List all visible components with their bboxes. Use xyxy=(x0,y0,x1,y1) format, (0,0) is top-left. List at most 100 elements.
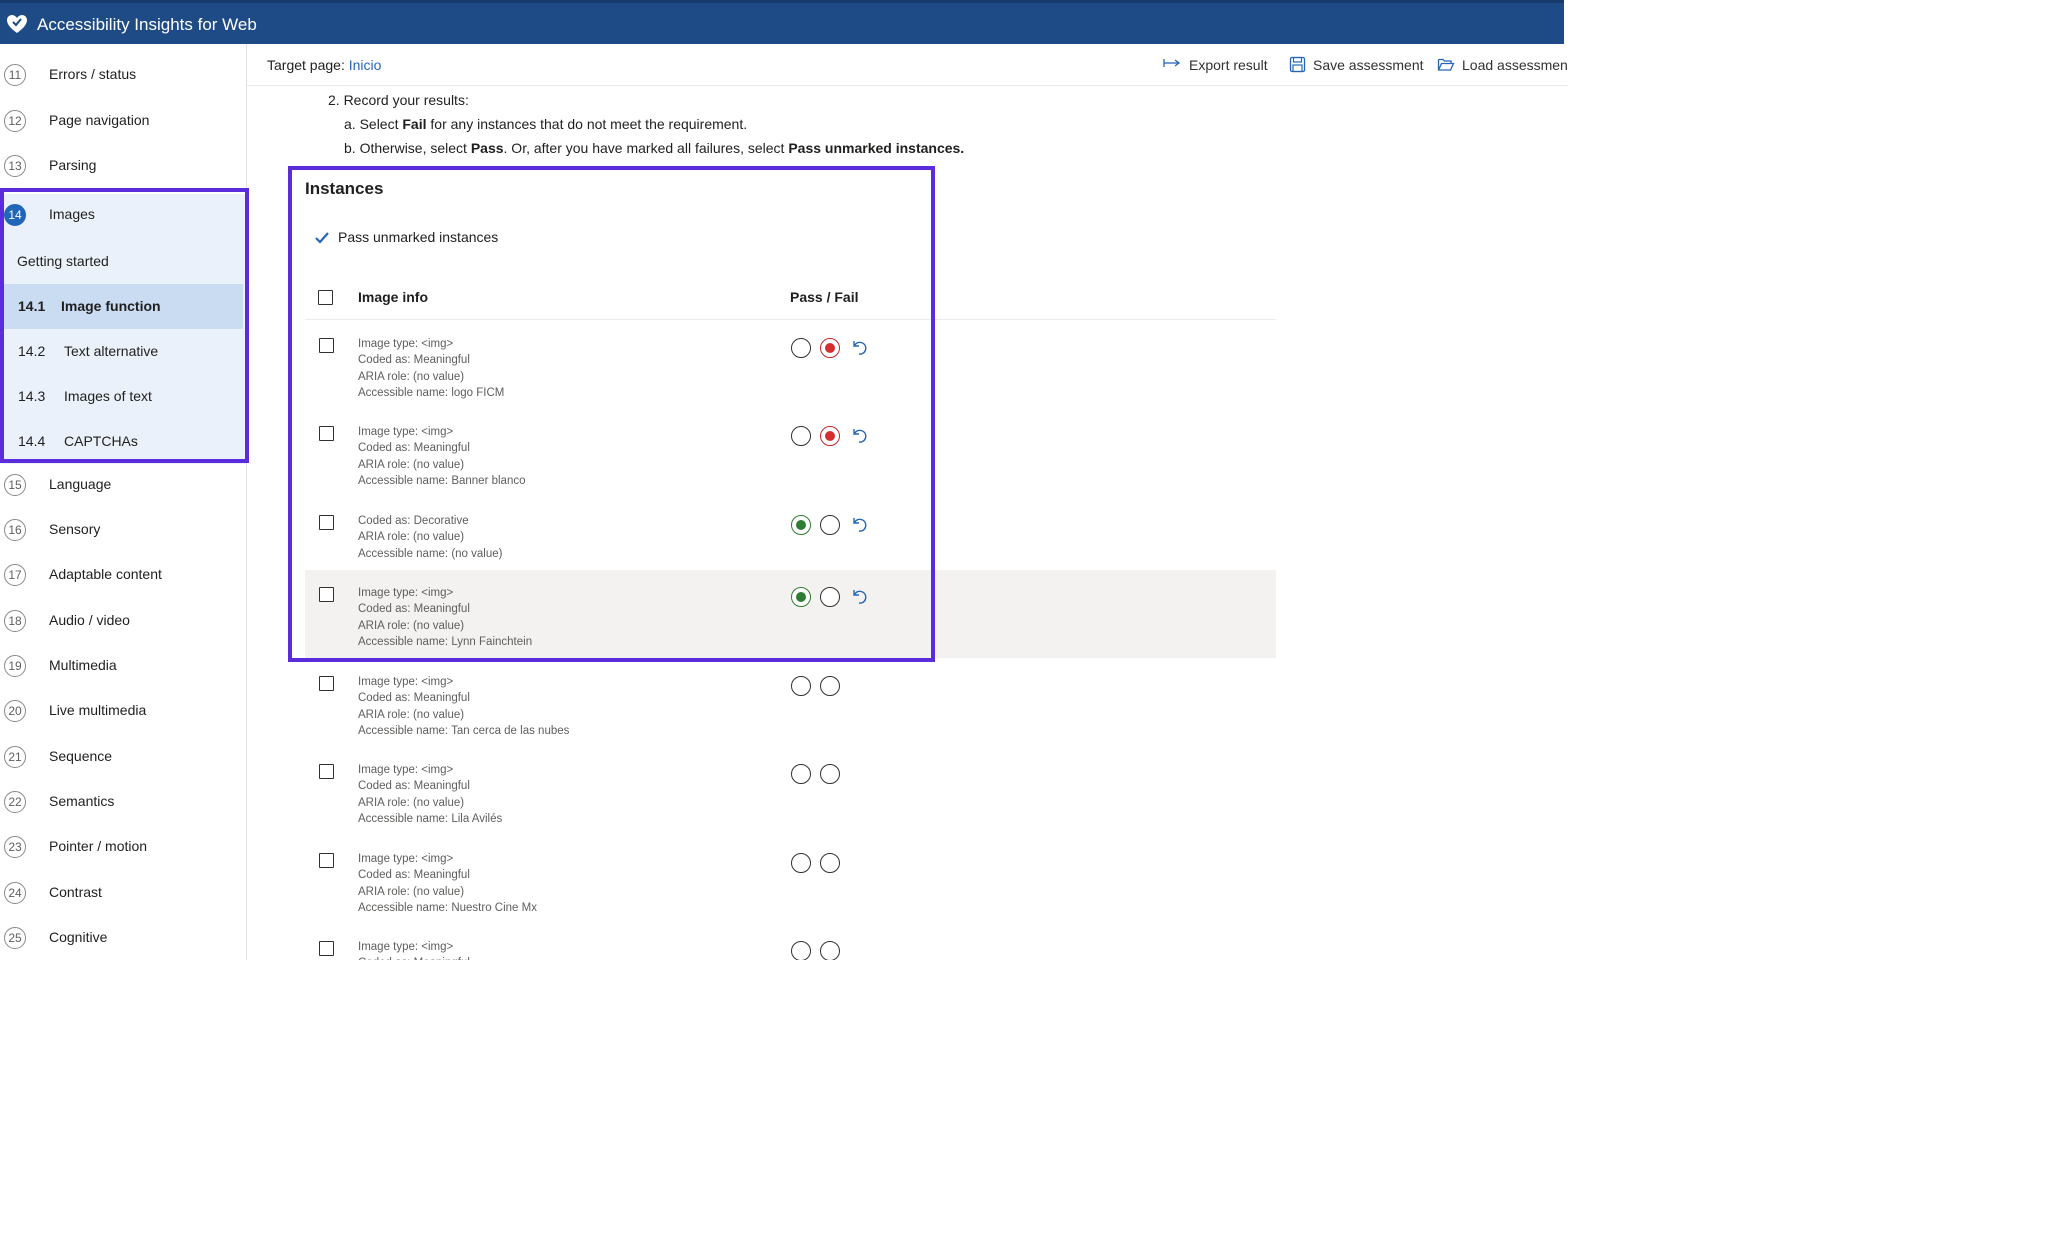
pass-radio[interactable] xyxy=(791,941,811,960)
nav-item-sensory[interactable]: 16 Sensory xyxy=(0,509,246,553)
table-row: Image type: <img> Coded as: Meaningful ARI… xyxy=(305,836,1276,924)
fail-radio[interactable] xyxy=(820,676,840,696)
instruction-bold: Pass unmarked instances. xyxy=(788,140,965,156)
image-info-line: Coded as: Meaningful xyxy=(358,692,470,705)
nav-label: Sequence xyxy=(49,748,113,764)
instructions: 2. Record your results: a. Select Fail f… xyxy=(328,88,964,160)
instruction-text: b. Otherwise, select xyxy=(344,140,471,156)
nav-number: 23 xyxy=(4,836,26,858)
instruction-a: a. Select Fail for any instances that do… xyxy=(328,112,964,136)
image-info: Image type: <img> Coded as: Meaningful ARI… xyxy=(358,851,537,917)
instruction-bold: Pass xyxy=(470,140,504,156)
row-checkbox[interactable] xyxy=(319,941,334,956)
export-result-label: Export result xyxy=(1189,57,1268,73)
table-row: Image type: <img> Coded as: Meaningful ARI… xyxy=(305,747,1276,835)
row-checkbox[interactable] xyxy=(319,676,334,691)
nav-label: Contrast xyxy=(49,884,102,900)
nav-label: Sensory xyxy=(49,521,101,537)
image-info-line: Image type: <img> xyxy=(358,853,454,865)
table-row: Image type: <img> Coded as: Meaningful ARI… xyxy=(305,659,1276,747)
table-row: Image type: <img> Coded as: Meaningful xyxy=(305,924,1276,960)
image-info-line: Image type: <img> xyxy=(358,941,454,953)
nav-item-multimedia[interactable]: 19 Multimedia xyxy=(0,645,246,689)
instruction-text: . Or, after you have marked all failures… xyxy=(503,140,789,156)
load-assessment-button[interactable]: Load assessmen xyxy=(1437,56,1568,76)
export-result-button[interactable]: Export result xyxy=(1163,56,1273,76)
app-title: Accessibility Insights for Web xyxy=(37,15,257,34)
nav-number: 12 xyxy=(4,110,26,132)
pass-radio[interactable] xyxy=(791,853,811,873)
nav-label: Page navigation xyxy=(49,112,150,128)
instruction-b: b. Otherwise, select Pass. Or, after you… xyxy=(328,136,964,160)
instruction-bold: Fail xyxy=(402,116,427,132)
image-info-line: ARIA role: (no value) xyxy=(358,885,465,898)
image-info-line: Coded as: Meaningful xyxy=(358,955,470,960)
nav-item-live-multimedia[interactable]: 20 Live multimedia xyxy=(0,690,246,734)
row-checkbox[interactable] xyxy=(319,764,334,779)
nav-number: 11 xyxy=(4,64,26,86)
nav-label: Cognitive xyxy=(49,929,108,945)
image-info-line: Accessible name: Nuestro Cine Mx xyxy=(358,902,537,915)
nav-label: Live multimedia xyxy=(49,702,147,718)
nav-label: Pointer / motion xyxy=(49,838,148,854)
nav-label: Parsing xyxy=(49,157,97,173)
fail-radio[interactable] xyxy=(820,853,840,873)
nav-number: 19 xyxy=(4,655,26,677)
image-info: Image type: <img> Coded as: Meaningful ARI… xyxy=(358,674,569,740)
highlight-box-instances xyxy=(288,166,935,662)
floppy-disk-icon xyxy=(1289,56,1306,73)
image-info: Image type: <img> Coded as: Meaningful ARI… xyxy=(358,762,502,828)
target-page-label: Target page: xyxy=(267,57,345,73)
nav-item-contrast[interactable]: 24 Contrast xyxy=(0,872,246,916)
nav-item-language[interactable]: 15 Language xyxy=(0,464,246,508)
heart-shield-icon xyxy=(7,15,27,33)
image-info-line: Coded as: Meaningful xyxy=(358,780,470,793)
nav-item-pointer-motion[interactable]: 23 Pointer / motion xyxy=(0,826,246,870)
nav-item-sequence[interactable]: 21 Sequence xyxy=(0,736,246,780)
instruction-text: for any instances that do not meet the r… xyxy=(426,116,748,132)
fail-radio[interactable] xyxy=(820,941,840,960)
save-assessment-label: Save assessment xyxy=(1313,57,1424,73)
pass-radio[interactable] xyxy=(791,764,811,784)
image-info-line: Image type: <img> xyxy=(358,764,454,776)
instruction-step: 2. Record your results: xyxy=(328,92,469,108)
nav-number: 18 xyxy=(4,610,26,632)
nav-number: 24 xyxy=(4,882,26,904)
nav-number: 15 xyxy=(4,474,26,496)
nav-number: 17 xyxy=(4,564,26,586)
export-arrow-icon xyxy=(1163,59,1181,67)
image-info-line: Accessible name: Tan cerca de las nubes xyxy=(358,725,570,738)
folder-open-icon xyxy=(1437,58,1455,71)
nav-number: 25 xyxy=(4,927,26,949)
nav-label: Audio / video xyxy=(49,612,130,628)
nav-number: 21 xyxy=(4,746,26,768)
nav-label: Language xyxy=(49,476,112,492)
fail-radio[interactable] xyxy=(820,764,840,784)
target-page-link[interactable]: Inicio xyxy=(349,57,382,73)
instruction-text: a. Select xyxy=(344,116,403,132)
save-assessment-button[interactable]: Save assessment xyxy=(1289,56,1424,76)
page: Accessibility Insights for Web 11 Errors… xyxy=(0,0,1568,960)
image-info-line: Accessible name: Lila Avilés xyxy=(358,813,503,826)
nav-item-page-navigation[interactable]: 12 Page navigation xyxy=(0,100,246,144)
nav-label: Semantics xyxy=(49,793,115,809)
nav-item-errors-status[interactable]: 11 Errors / status xyxy=(0,54,246,98)
image-info: Image type: <img> Coded as: Meaningful xyxy=(358,939,470,960)
left-nav: 11 Errors / status 12 Page navigation 13… xyxy=(0,44,247,960)
image-info-line: Coded as: Meaningful xyxy=(358,869,470,882)
nav-item-semantics[interactable]: 22 Semantics xyxy=(0,781,246,825)
load-assessment-label: Load assessmen xyxy=(1462,57,1568,73)
nav-label: Multimedia xyxy=(49,657,117,673)
nav-item-adaptable-content[interactable]: 17 Adaptable content xyxy=(0,554,246,598)
nav-number: 13 xyxy=(4,155,26,177)
image-info-line: ARIA role: (no value) xyxy=(358,796,465,809)
nav-item-parsing[interactable]: 13 Parsing xyxy=(0,145,246,189)
nav-number: 22 xyxy=(4,791,26,813)
app-header: Accessibility Insights for Web xyxy=(0,0,1564,44)
row-checkbox[interactable] xyxy=(319,853,334,868)
nav-number: 16 xyxy=(4,519,26,541)
nav-item-cognitive[interactable]: 25 Cognitive xyxy=(0,917,246,960)
nav-label: Errors / status xyxy=(49,66,137,82)
pass-radio[interactable] xyxy=(791,676,811,696)
nav-item-audio-video[interactable]: 18 Audio / video xyxy=(0,600,246,644)
